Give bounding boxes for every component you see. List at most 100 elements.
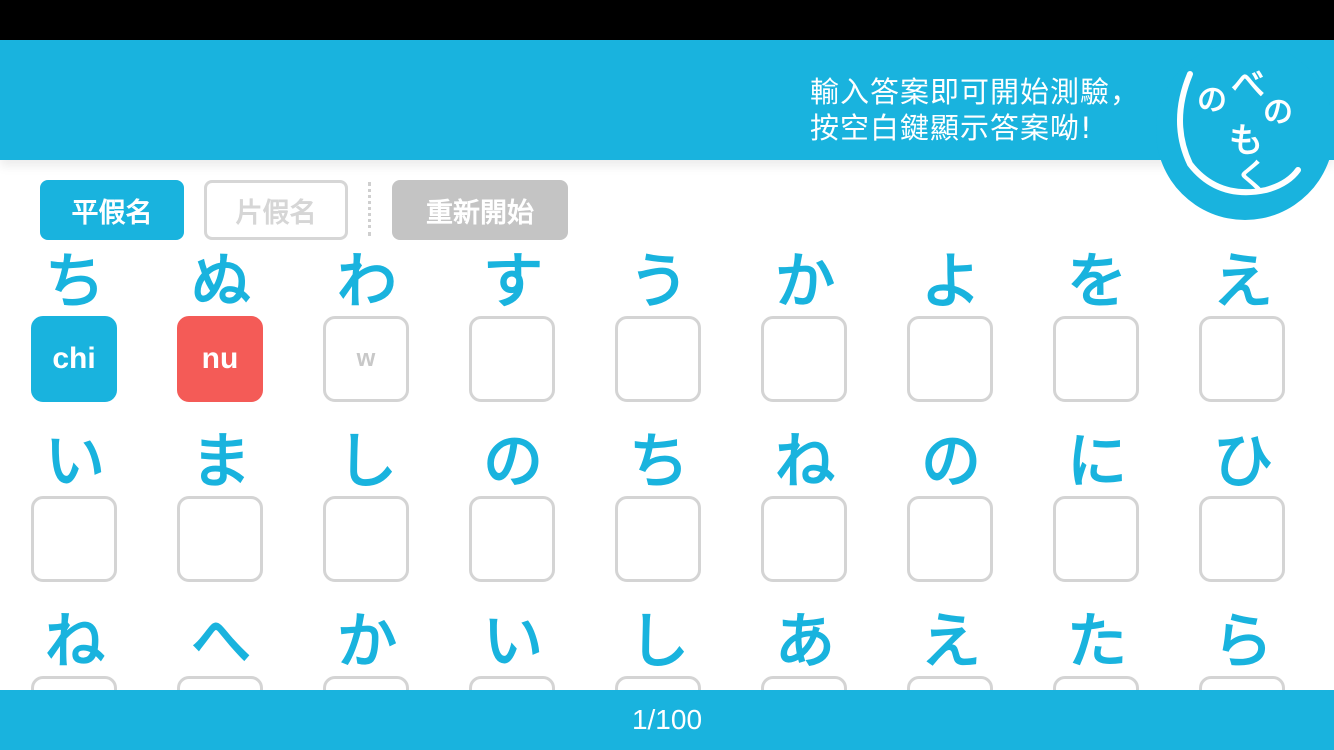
kana-cell: の (905, 424, 997, 594)
answer-input-box[interactable] (907, 496, 993, 582)
kana-character: か (337, 607, 397, 677)
kana-character: い (483, 607, 543, 677)
logo-char-no2: の (1263, 95, 1293, 130)
answer-input-box[interactable] (761, 676, 847, 690)
kana-cell: ぬ nu (175, 244, 267, 414)
kana-cell: の (467, 424, 559, 594)
answer-input-box[interactable] (31, 496, 117, 582)
answer-input-box[interactable] (1053, 496, 1139, 582)
kana-character: を (1067, 247, 1127, 317)
kana-character: あ (775, 607, 835, 677)
kana-cell: た (1051, 604, 1143, 690)
kana-cell: し (321, 424, 413, 594)
toolbar-divider (368, 182, 371, 236)
kana-cell: か (759, 244, 851, 414)
mode-toolbar: 平假名 片假名 重新開始 (0, 178, 1334, 244)
kana-character: へ (191, 607, 251, 677)
answer-input-box[interactable] (31, 676, 117, 690)
answer-input-box[interactable] (1053, 676, 1139, 690)
answer-input-box[interactable]: w (323, 316, 409, 402)
kana-character: し (629, 607, 689, 677)
answer-input-box[interactable] (469, 316, 555, 402)
answer-input-box[interactable] (1199, 316, 1285, 402)
kana-character: ま (191, 427, 251, 497)
answer-input-box[interactable] (1199, 496, 1285, 582)
kana-character: の (483, 427, 543, 497)
kana-character: よ (921, 247, 981, 317)
logo-char-mo: も (1229, 121, 1263, 161)
answer-input-box[interactable] (1053, 316, 1139, 402)
restart-button[interactable]: 重新開始 (392, 180, 568, 240)
kana-character: わ (337, 247, 397, 317)
kana-cell: ひ (1197, 424, 1289, 594)
kana-character: ぬ (191, 247, 251, 317)
kana-cell: ち chi (29, 244, 121, 414)
app-logo: べ の の も く (1156, 42, 1334, 220)
kana-character: の (921, 427, 981, 497)
kana-character: え (1213, 247, 1273, 317)
answer-input-box[interactable] (323, 676, 409, 690)
kana-character: い (45, 427, 105, 497)
answer-input-box[interactable] (323, 496, 409, 582)
kana-cell: よ (905, 244, 997, 414)
kana-cell: ね (759, 424, 851, 594)
kana-character: に (1067, 427, 1127, 497)
kana-cell: か (321, 604, 413, 690)
kana-character: ひ (1213, 427, 1273, 497)
progress-counter: 1/100 (631, 704, 703, 735)
kana-cell: ら (1197, 604, 1289, 690)
kana-cell: あ (759, 604, 851, 690)
answer-input-box[interactable] (907, 676, 993, 690)
kana-character: た (1067, 607, 1127, 677)
logo-char-be: べ (1231, 65, 1265, 105)
katakana-button[interactable]: 片假名 (204, 180, 348, 240)
hiragana-button[interactable]: 平假名 (40, 180, 184, 240)
kana-cell: ね (29, 604, 121, 690)
answer-input-box[interactable] (177, 496, 263, 582)
answer-input-box[interactable] (615, 316, 701, 402)
status-bar (0, 0, 1334, 40)
kana-character: か (775, 247, 835, 317)
answer-input-box[interactable]: nu (177, 316, 263, 402)
answer-input-box[interactable] (907, 316, 993, 402)
kana-character: ね (45, 607, 105, 677)
answer-input-box[interactable] (761, 316, 847, 402)
kana-character: ね (775, 427, 835, 497)
kana-cell: を (1051, 244, 1143, 414)
answer-input-box[interactable] (761, 496, 847, 582)
kana-character: う (629, 247, 689, 317)
answer-input-box[interactable] (469, 676, 555, 690)
kana-cell: へ (175, 604, 267, 690)
answer-input-box[interactable] (1199, 676, 1285, 690)
instruction-message: 輸入答案即可開始測驗， 按空白鍵顯示答案呦! (810, 74, 1140, 146)
kana-character: す (483, 247, 543, 317)
answer-input-box[interactable]: chi (31, 316, 117, 402)
kana-character: え (921, 607, 981, 677)
kana-character: ら (1213, 607, 1273, 677)
kana-cell: い (29, 424, 121, 594)
header-bar: 輸入答案即可開始測驗， 按空白鍵顯示答案呦! (0, 40, 1334, 160)
kana-cell: え (1197, 244, 1289, 414)
answer-input-box[interactable] (615, 496, 701, 582)
kana-character: し (337, 427, 397, 497)
kana-cell: い (467, 604, 559, 690)
kana-cell: ま (175, 424, 267, 594)
kana-grid: ち chi ぬ nu わ w すうかよをえいましのちねのにひねへかいしあえたら (0, 244, 1334, 690)
answer-input-box[interactable] (469, 496, 555, 582)
kana-cell: し (613, 604, 705, 690)
kana-cell: に (1051, 424, 1143, 594)
kana-character: ち (45, 247, 105, 317)
instruction-line-1: 輸入答案即可開始測驗， (809, 75, 1140, 109)
kana-cell: す (467, 244, 559, 414)
kana-cell: ち (613, 424, 705, 594)
answer-input-box[interactable] (615, 676, 701, 690)
answer-input-box[interactable] (177, 676, 263, 690)
kana-cell: え (905, 604, 997, 690)
logo-char-ku: く (1235, 157, 1269, 197)
kana-character: ち (629, 427, 689, 497)
kana-cell: わw (321, 244, 413, 414)
kana-cell: う (613, 244, 705, 414)
logo-char-no1: の (1197, 83, 1227, 118)
progress-footer: 1/100 (0, 690, 1334, 750)
instruction-line-2: 按空白鍵顯示答案呦! (809, 111, 1093, 145)
